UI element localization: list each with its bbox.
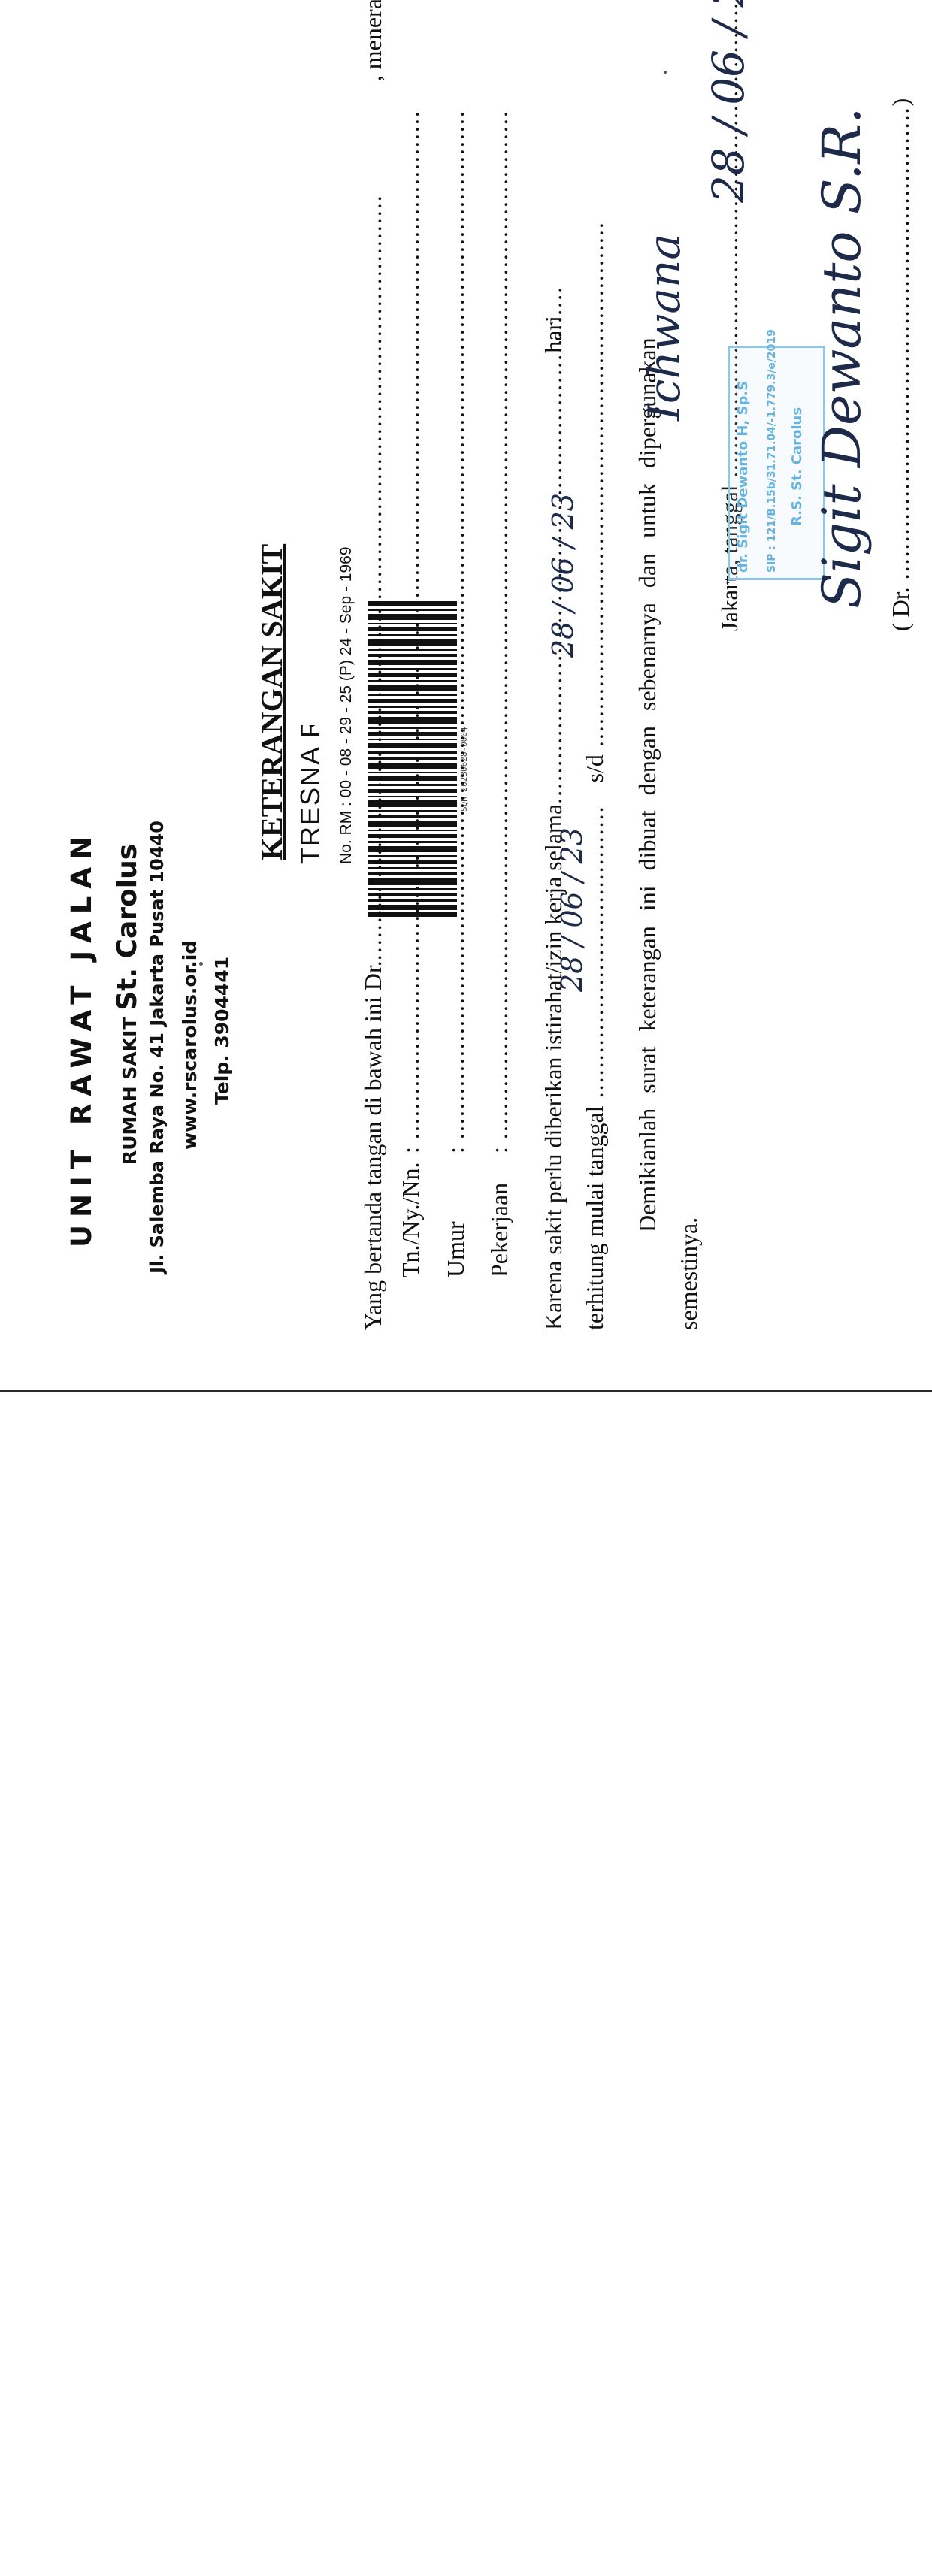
field-job-row: Pekerjaan: .............................…	[486, 110, 513, 1277]
doctor-name-blank: ........................................…	[359, 194, 386, 961]
sick-leave-line: Karena sakit perlu diberikan istirahat/i…	[540, 286, 567, 1330]
field-job-blank: ........................................…	[486, 110, 513, 1147]
hospital-address: Jl. Salemba Raya No. 41 Jakarta Pusat 10…	[147, 821, 168, 1274]
field-name-colon: :	[397, 1147, 424, 1153]
handwritten-signature-date: 28 / 06 / 23	[703, 0, 754, 203]
field-age-row: Umur: ..................................…	[442, 110, 469, 1277]
unit-title: UNIT RAWAT JALAN	[65, 829, 98, 1247]
scan-edge-line	[0, 1390, 932, 1392]
hospital-phone: Telp. 3904441	[211, 956, 233, 1105]
handwritten-date-from: 28 / 06 / 23	[555, 827, 589, 992]
date-line-prefix: terhitung mulai tanggal	[581, 1105, 608, 1330]
scan-speck	[664, 71, 667, 74]
intro-suffix: , menerangkan bahwa	[359, 0, 386, 81]
record-number: No. RM : 00 - 08 - 29 - 25 (P) 24 - Sep …	[337, 546, 355, 864]
doctor-name-line: ( Dr. ..................................…	[887, 98, 914, 631]
handwritten-date-to: 28 / 06 / 23	[546, 493, 579, 658]
field-age-label: Umur	[442, 1221, 469, 1277]
field-name-label: Tn./Ny./Nn.	[397, 1162, 424, 1277]
date-range-line: terhitung mulai tanggal ................…	[581, 221, 608, 1330]
handwritten-initials: Ichwana	[639, 234, 690, 421]
field-age-colon: :	[442, 1147, 469, 1153]
field-job-label: Pekerjaan	[486, 1182, 513, 1277]
field-name-blank: ........................................…	[397, 110, 424, 1147]
stamp-line-2: SIP : 121/B.15b/31.71.04/-1.779.3/e/2019	[766, 329, 778, 573]
sick-line-suffix: hari	[540, 316, 567, 353]
doctor-name-line-blank: ........................................…	[887, 106, 914, 588]
field-name-row: Tn./Ny./Nn.: ...........................…	[397, 110, 424, 1277]
closing-line-2: semestinya.	[675, 1217, 702, 1330]
sd-label: s/d	[581, 754, 608, 783]
stamp-line-1: dr. Sigit Dewanto H, Sp.S	[735, 380, 751, 573]
hospital-prefix: RUMAH SAKIT	[119, 1017, 141, 1165]
closing-line-1: Demikianlah surat keterangan ini dibuat …	[634, 337, 661, 1232]
document-title: KETERANGAN SAKIT	[255, 543, 289, 860]
hospital-website: www.rscarolus.or.id	[179, 940, 201, 1150]
date-to-blank: ........................................…	[581, 221, 608, 755]
intro-line: Yang bertanda tangan di bawah ini Dr....…	[359, 0, 386, 1330]
hospital-name-main: St. Carolus	[112, 843, 143, 1011]
field-job-colon: :	[486, 1147, 513, 1153]
stamp-line-3: R.S. St. Carolus	[789, 407, 805, 526]
hospital-name: RUMAH SAKIT St. Carolus	[112, 843, 143, 1165]
field-age-blank: ........................................…	[442, 110, 469, 1147]
doctor-label: ( Dr.	[887, 587, 914, 631]
handwritten-doctor-name: Sigit Dewanto S.R.	[811, 107, 873, 609]
intro-prefix: Yang bertanda tangan di bawah ini Dr.	[359, 960, 386, 1330]
doctor-close: )	[887, 98, 914, 107]
